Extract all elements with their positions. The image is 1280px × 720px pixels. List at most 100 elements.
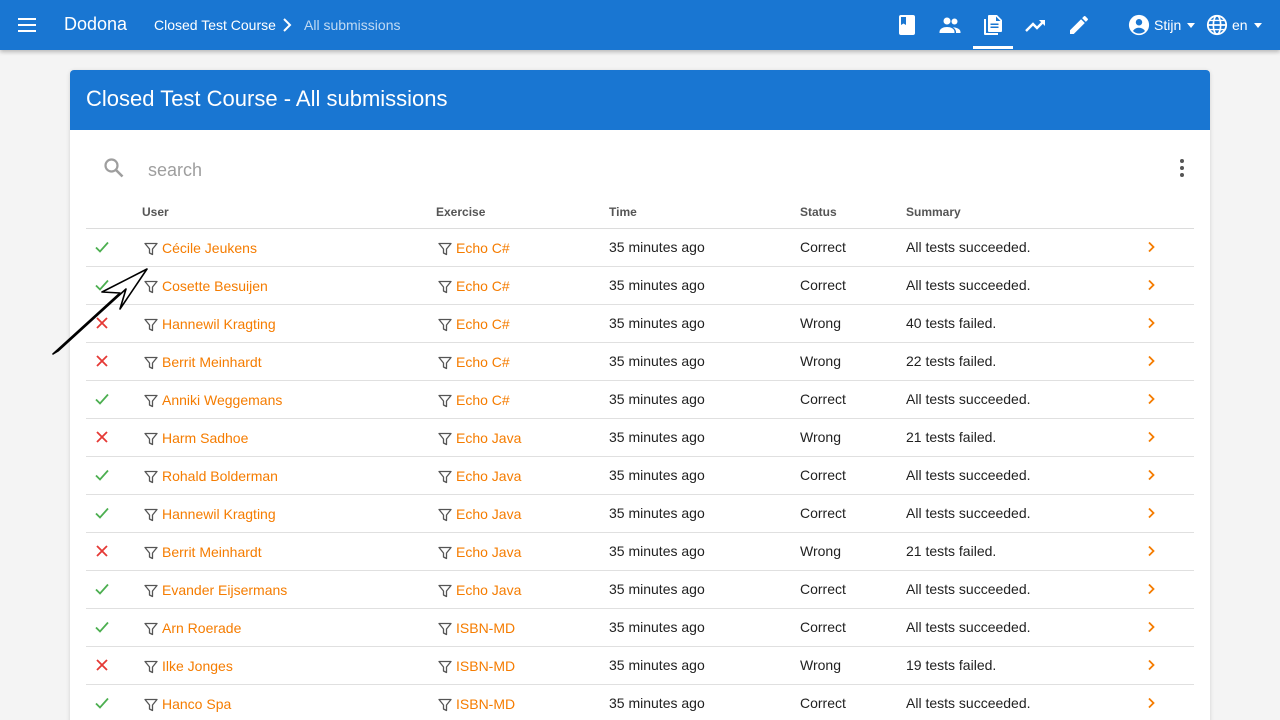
book-icon[interactable] [895,13,919,37]
cross-icon [96,355,108,367]
filter-exercise-icon[interactable] [438,698,452,712]
filter-user-icon[interactable] [144,660,158,674]
user-link[interactable]: Arn Roerade [162,620,241,636]
exercise-link[interactable]: ISBN-MD [456,658,515,674]
exercise-link[interactable]: Echo C# [456,278,510,294]
column-time[interactable]: Time [609,205,637,219]
filter-exercise-icon[interactable] [438,242,452,256]
filter-user-icon[interactable] [144,470,158,484]
chevron-right-icon[interactable] [1145,316,1157,330]
user-link[interactable]: Hannewil Kragting [162,506,276,522]
table-row: Anniki Weggemans Echo C# 35 minutes ago Cor… [86,381,1194,419]
filter-user-icon[interactable] [144,546,158,560]
table-row: Arn Roerade ISBN-MD 35 minutes ago Correct A… [86,609,1194,647]
submission-summary: All tests succeeded. [906,505,1031,521]
user-link[interactable]: Ilke Jonges [162,658,233,674]
submission-time: 35 minutes ago [609,695,705,711]
top-app-bar: Dodona Closed Test Course All submission… [0,0,1280,50]
filter-user-icon[interactable] [144,698,158,712]
column-exercise[interactable]: Exercise [436,205,485,219]
submission-status: Correct [800,239,846,255]
filter-exercise-icon[interactable] [438,432,452,446]
filter-exercise-icon[interactable] [438,470,452,484]
exercise-link[interactable]: Echo Java [456,468,521,484]
user-link[interactable]: Hanco Spa [162,696,231,712]
chevron-right-icon[interactable] [1145,278,1157,292]
filter-exercise-icon[interactable] [438,622,452,636]
column-user[interactable]: User [142,205,169,219]
chevron-right-icon[interactable] [1145,392,1157,406]
filter-user-icon[interactable] [144,280,158,294]
chevron-right-icon[interactable] [1145,468,1157,482]
check-icon [95,279,109,291]
filter-user-icon[interactable] [144,508,158,522]
submission-summary: All tests succeeded. [906,277,1031,293]
filter-user-icon[interactable] [144,356,158,370]
user-link[interactable]: Harm Sadhoe [162,430,248,446]
exercise-link[interactable]: Echo Java [456,582,521,598]
user-link[interactable]: Evander Eijsermans [162,582,287,598]
user-menu[interactable]: Stijn [1128,12,1196,38]
column-status[interactable]: Status [800,205,837,219]
filter-exercise-icon[interactable] [438,546,452,560]
exercise-link[interactable]: ISBN-MD [456,696,515,712]
filter-user-icon[interactable] [144,584,158,598]
user-link[interactable]: Rohald Bolderman [162,468,278,484]
breadcrumb-course[interactable]: Closed Test Course [154,17,276,33]
user-link[interactable]: Hannewil Kragting [162,316,276,332]
exercise-link[interactable]: Echo C# [456,316,510,332]
people-icon[interactable] [938,13,962,37]
user-link[interactable]: Berrit Meinhardt [162,544,262,560]
filter-exercise-icon[interactable] [438,584,452,598]
filter-exercise-icon[interactable] [438,318,452,332]
check-icon [95,507,109,519]
submission-time: 35 minutes ago [609,581,705,597]
chevron-right-icon[interactable] [1145,430,1157,444]
filter-exercise-icon[interactable] [438,508,452,522]
chevron-right-icon[interactable] [1145,620,1157,634]
filter-user-icon[interactable] [144,318,158,332]
filter-user-icon[interactable] [144,622,158,636]
column-summary[interactable]: Summary [906,205,961,219]
table-row: Berrit Meinhardt Echo Java 35 minutes ago W… [86,533,1194,571]
user-link[interactable]: Anniki Weggemans [162,392,282,408]
filter-exercise-icon[interactable] [438,280,452,294]
chevron-right-icon[interactable] [1145,696,1157,710]
brand-logo[interactable]: Dodona [64,14,127,35]
menu-icon[interactable] [16,14,40,36]
trending-icon[interactable] [1024,13,1048,37]
submissions-table-body: Cécile Jeukens Echo C# 35 minutes ago Corre… [86,229,1194,720]
more-vert-icon[interactable] [1170,156,1194,180]
exercise-link[interactable]: Echo C# [456,354,510,370]
submissions-icon[interactable] [981,13,1005,37]
chevron-right-icon[interactable] [1145,506,1157,520]
submission-time: 35 minutes ago [609,543,705,559]
filter-user-icon[interactable] [144,242,158,256]
language-menu[interactable]: en [1206,12,1262,38]
chevron-right-icon[interactable] [1145,658,1157,672]
chevron-right-icon[interactable] [1145,582,1157,596]
filter-exercise-icon[interactable] [438,394,452,408]
user-link[interactable]: Cécile Jeukens [162,240,257,256]
exercise-link[interactable]: Echo Java [456,544,521,560]
chevron-right-icon[interactable] [1145,544,1157,558]
chevron-right-icon[interactable] [1145,240,1157,254]
search-input[interactable] [148,156,628,184]
exercise-link[interactable]: Echo Java [456,506,521,522]
search-icon [104,158,124,178]
exercise-link[interactable]: Echo C# [456,392,510,408]
user-link[interactable]: Berrit Meinhardt [162,354,262,370]
filter-user-icon[interactable] [144,394,158,408]
pencil-icon[interactable] [1067,13,1091,37]
exercise-link[interactable]: Echo C# [456,240,510,256]
caret-down-icon [1253,22,1262,28]
exercise-link[interactable]: Echo Java [456,430,521,446]
exercise-link[interactable]: ISBN-MD [456,620,515,636]
table-row: Evander Eijsermans Echo Java 35 minutes ag… [86,571,1194,609]
filter-exercise-icon[interactable] [438,660,452,674]
submission-status: Correct [800,695,846,711]
chevron-right-icon[interactable] [1145,354,1157,368]
filter-user-icon[interactable] [144,432,158,446]
filter-exercise-icon[interactable] [438,356,452,370]
user-link[interactable]: Cosette Besuijen [162,278,268,294]
